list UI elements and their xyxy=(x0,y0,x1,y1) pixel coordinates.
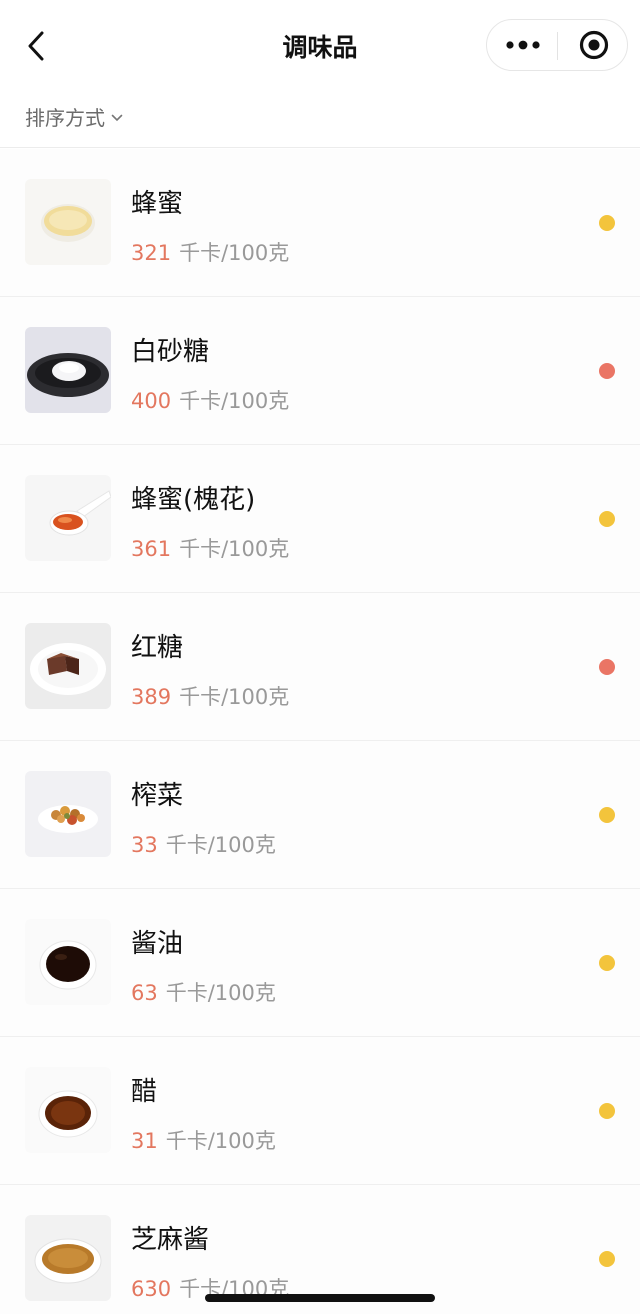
calorie-unit: 千卡/100克 xyxy=(165,1129,276,1153)
calorie-unit: 千卡/100克 xyxy=(179,685,290,709)
calorie-value: 361 xyxy=(131,537,172,561)
food-name: 红糖 xyxy=(131,633,184,663)
calorie-value: 321 xyxy=(131,241,172,265)
food-thumbnail xyxy=(25,1215,111,1301)
food-list: 蜂蜜 321 千卡/100克 白砂糖 400 千卡/100克 蜂蜜(槐花) 36… xyxy=(0,149,640,1314)
food-item[interactable]: 醋 31 千卡/100克 xyxy=(0,1037,640,1185)
food-name: 醋 xyxy=(131,1077,158,1107)
status-dot xyxy=(599,1251,615,1267)
calorie-value: 389 xyxy=(131,685,172,709)
food-name: 白砂糖 xyxy=(131,337,210,367)
home-indicator[interactable] xyxy=(205,1294,435,1302)
food-thumbnail xyxy=(25,771,111,857)
food-calories: 400 千卡/100克 xyxy=(131,385,289,415)
close-mini-program-button[interactable] xyxy=(558,20,629,70)
navigation-bar: 调味品 xyxy=(0,0,640,92)
calorie-value: 63 xyxy=(131,981,158,1005)
calorie-value: 33 xyxy=(131,833,158,857)
food-item[interactable]: 榨菜 33 千卡/100克 xyxy=(0,741,640,889)
food-name: 榨菜 xyxy=(131,781,184,811)
status-dot xyxy=(599,511,615,527)
sort-bar: 排序方式 xyxy=(0,92,640,148)
calorie-value: 630 xyxy=(131,1277,172,1301)
food-item[interactable]: 蜂蜜(槐花) 361 千卡/100克 xyxy=(0,445,640,593)
food-item[interactable]: 酱油 63 千卡/100克 xyxy=(0,889,640,1037)
food-item[interactable]: 红糖 389 千卡/100克 xyxy=(0,593,640,741)
food-thumbnail xyxy=(25,327,111,413)
more-button[interactable] xyxy=(487,20,558,70)
more-dots-icon xyxy=(505,40,540,50)
sort-label: 排序方式 xyxy=(25,106,105,130)
food-name: 酱油 xyxy=(131,929,184,959)
calorie-unit: 千卡/100克 xyxy=(179,241,290,265)
food-thumbnail xyxy=(25,1067,111,1153)
calorie-unit: 千卡/100克 xyxy=(179,537,290,561)
food-calories: 389 千卡/100克 xyxy=(131,681,289,711)
calorie-unit: 千卡/100克 xyxy=(165,833,276,857)
food-name: 蜂蜜(槐花) xyxy=(131,485,256,515)
sort-dropdown[interactable]: 排序方式 xyxy=(25,102,123,131)
target-circle-icon xyxy=(579,30,608,60)
calorie-unit: 千卡/100克 xyxy=(179,389,290,413)
food-item[interactable]: 白砂糖 400 千卡/100克 xyxy=(0,297,640,445)
status-dot xyxy=(599,807,615,823)
calorie-unit: 千卡/100克 xyxy=(165,981,276,1005)
food-calories: 33 千卡/100克 xyxy=(131,829,276,859)
food-name: 芝麻酱 xyxy=(131,1225,210,1255)
food-thumbnail xyxy=(25,919,111,1005)
calorie-value: 31 xyxy=(131,1129,158,1153)
status-dot xyxy=(599,215,615,231)
food-thumbnail xyxy=(25,179,111,265)
status-dot xyxy=(599,1103,615,1119)
mini-program-capsule xyxy=(486,19,628,71)
food-thumbnail xyxy=(25,623,111,709)
status-dot xyxy=(599,659,615,675)
food-calories: 31 千卡/100克 xyxy=(131,1125,276,1155)
food-thumbnail xyxy=(25,475,111,561)
chevron-down-icon xyxy=(111,114,123,121)
status-dot xyxy=(599,363,615,379)
food-calories: 321 千卡/100克 xyxy=(131,237,289,267)
calorie-value: 400 xyxy=(131,389,172,413)
food-calories: 63 千卡/100克 xyxy=(131,977,276,1007)
status-dot xyxy=(599,955,615,971)
food-item[interactable]: 蜂蜜 321 千卡/100克 xyxy=(0,149,640,297)
food-calories: 361 千卡/100克 xyxy=(131,533,289,563)
food-name: 蜂蜜 xyxy=(131,189,184,219)
